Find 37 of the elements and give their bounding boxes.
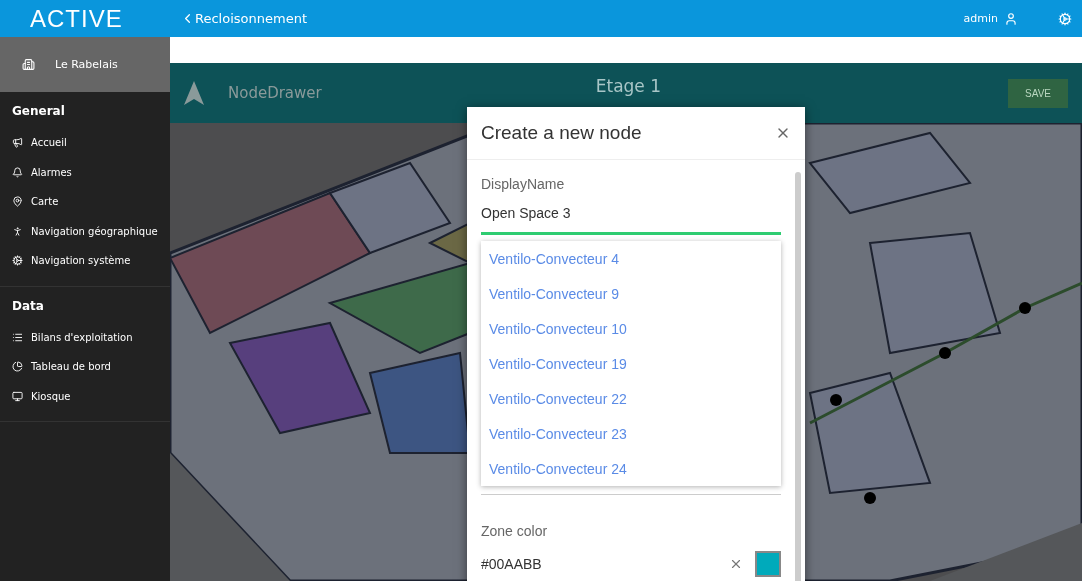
sidebar-item[interactable]: Bilans d'exploitation	[0, 322, 170, 352]
app-logo: ACTIVE	[30, 4, 123, 33]
scrollbar[interactable]	[795, 172, 801, 581]
dropdown-option[interactable]: Ventilo-Convecteur 23	[481, 416, 781, 451]
dialog-title: Create a new node	[481, 122, 642, 144]
sidebar-item[interactable]: Kiosque	[0, 381, 170, 411]
settings-icon[interactable]	[1058, 11, 1072, 26]
app-name: NodeDrawer	[228, 84, 322, 102]
building-icon	[22, 58, 35, 71]
user-icon[interactable]	[1004, 11, 1018, 26]
sidebar-item[interactable]: Navigation système	[0, 246, 170, 276]
sidebar-item[interactable]: Navigation géographique	[0, 216, 170, 246]
color-value: #00AABB	[481, 556, 543, 572]
save-button[interactable]: SAVE	[1008, 78, 1068, 108]
floor-title: Etage 1	[595, 76, 662, 96]
app-logo-icon	[184, 81, 204, 105]
pin-icon	[12, 196, 23, 208]
color-swatch[interactable]	[755, 551, 781, 577]
sidebar-section-title: General	[11, 104, 66, 120]
display-name-field[interactable]: Open Space 3	[481, 204, 781, 235]
field-label: Zone color	[481, 523, 549, 539]
clear-icon[interactable]	[729, 557, 743, 571]
person-icon	[12, 225, 23, 237]
user-name: admin	[963, 12, 998, 25]
list-icon	[12, 331, 23, 343]
sidebar-section-title: Data	[11, 298, 45, 315]
monitor-icon	[12, 390, 23, 402]
sidebar-item[interactable]: Alarmes	[0, 157, 170, 187]
field-label: DisplayName	[481, 176, 566, 192]
chart-icon	[12, 361, 23, 373]
megaphone-icon	[12, 137, 23, 149]
bell-icon	[12, 166, 23, 178]
sidebar-item[interactable]: Tableau de bord	[0, 352, 170, 382]
gears-icon	[12, 255, 23, 267]
sidebar-item[interactable]: Carte	[0, 187, 170, 217]
site-name: Le Rabelais	[55, 58, 118, 71]
sidebar-item[interactable]: Accueil	[0, 128, 170, 158]
